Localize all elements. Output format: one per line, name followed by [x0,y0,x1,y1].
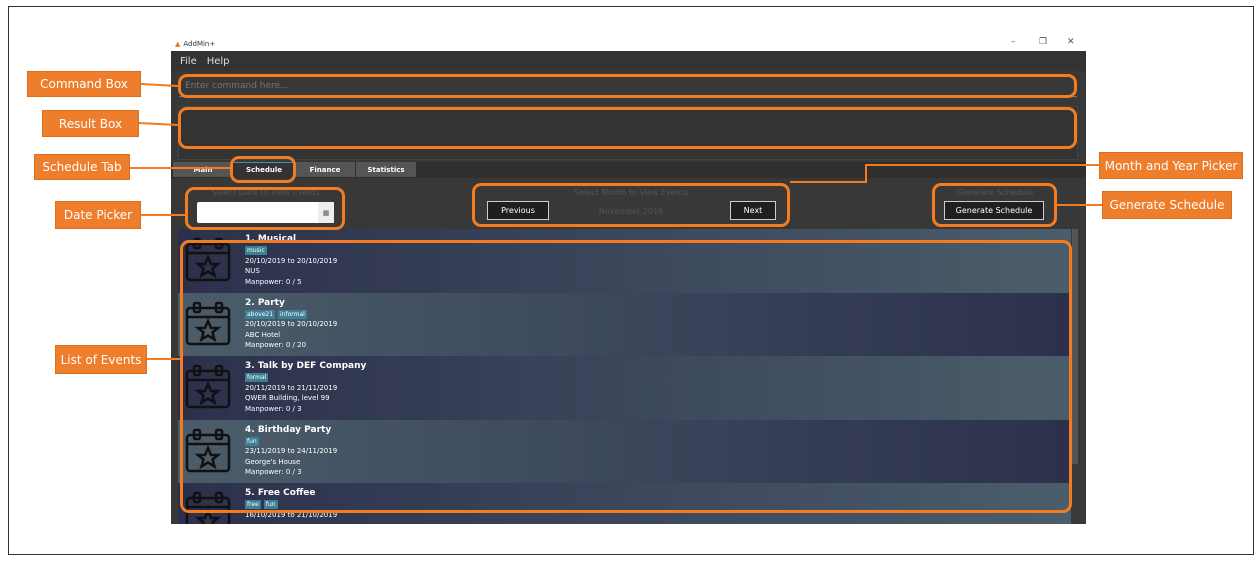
callout-generate-schedule: Generate Schedule [1102,191,1232,219]
callout-month-year-picker: Month and Year Picker [1099,152,1243,179]
annotation-arrows [130,83,1102,360]
callout-date-picker: Date Picker [55,201,141,229]
callout-result-box: Result Box [42,110,139,137]
callout-schedule-tab: Schedule Tab [34,154,130,180]
callout-command-box: Command Box [27,71,141,97]
callout-list-of-events: List of Events [55,345,147,374]
